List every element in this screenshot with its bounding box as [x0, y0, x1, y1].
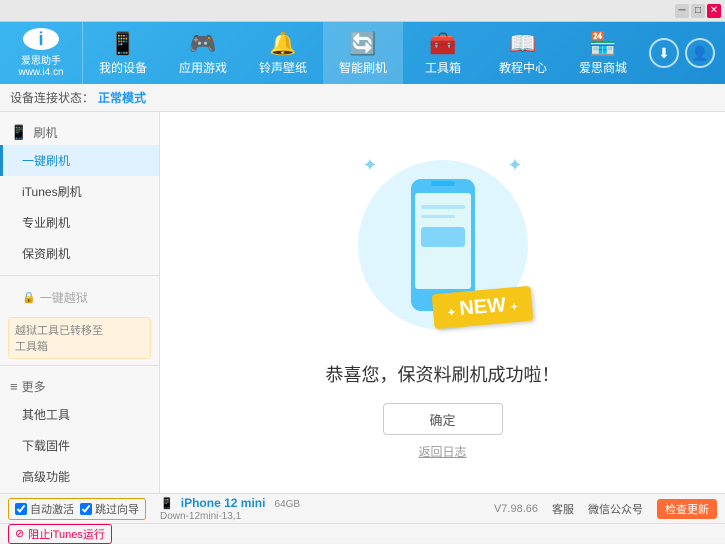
maximize-button[interactable]: □ [691, 4, 705, 18]
sidebar-item-pro-flash[interactable]: 专业刷机 [0, 207, 159, 238]
itunes-status[interactable]: ⊘ 阻止iTunes运行 [8, 524, 112, 544]
nav-item-tutorial[interactable]: 📖 教程中心 [483, 22, 563, 84]
tutorial-icon: 📖 [509, 31, 536, 57]
sidebar-section-more: ≡ 更多 [0, 372, 159, 399]
update-button[interactable]: 检查更新 [657, 499, 717, 519]
version-text: V7.98.66 [494, 503, 538, 515]
sidebar-item-other-tools[interactable]: 其他工具 [0, 399, 159, 430]
sidebar-divider-1 [0, 275, 159, 276]
sidebar-section-flash: 📱 刷机 [0, 118, 159, 145]
sparkle-top-left-icon: ✦ [363, 155, 378, 176]
flash-section-label: 刷机 [33, 124, 57, 141]
sidebar-disabled-jailbreak: 🔒 一键越狱 [0, 282, 159, 313]
content-area: ✦ ✦ NEW 恭喜您，保资料刷机成功啦！ 确定 返回日志 [160, 112, 725, 493]
nav-item-label: 教程中心 [499, 59, 547, 76]
return-link[interactable]: 返回日志 [418, 443, 466, 460]
bottom-bar: 自动激活 跳过向导 📱 iPhone 12 mini 64GB Down-12m… [0, 493, 725, 523]
status-bar: 设备连接状态： 正常模式 [0, 84, 725, 112]
smart-flash-icon: 🔄 [349, 31, 376, 57]
minimize-button[interactable]: ─ [675, 4, 689, 18]
sidebar-item-download-firmware[interactable]: 下载固件 [0, 430, 159, 461]
lock-icon: 🔒 [22, 291, 36, 304]
skip-wizard-label[interactable]: 跳过向导 [80, 501, 139, 517]
sparkle-top-right-icon: ✦ [507, 155, 522, 176]
top-nav: i 爱思助手 www.i4.cn 📱 我的设备 🎮 应用游戏 🔔 铃声壁纸 🔄 … [0, 22, 725, 84]
nav-item-label: 我的设备 [99, 59, 147, 76]
wechat-link[interactable]: 微信公众号 [588, 501, 643, 517]
nav-item-label: 应用游戏 [179, 59, 227, 76]
bottom-right: V7.98.66 客服 微信公众号 检查更新 [494, 499, 717, 519]
my-device-icon: 📱 [109, 31, 136, 57]
nav-items: 📱 我的设备 🎮 应用游戏 🔔 铃声壁纸 🔄 智能刷机 🧰 工具箱 📖 教程中心… [83, 22, 643, 84]
phone-wrapper: ✦ ✦ NEW [353, 145, 533, 345]
sidebar-divider-2 [0, 365, 159, 366]
apps-games-icon: 🎮 [189, 31, 216, 57]
nav-item-my-device[interactable]: 📱 我的设备 [83, 22, 163, 84]
user-button[interactable]: 👤 [685, 38, 715, 68]
istore-icon: 🏪 [589, 31, 616, 57]
flash-section-icon: 📱 [10, 124, 27, 141]
nav-item-ringtones[interactable]: 🔔 铃声壁纸 [243, 22, 323, 84]
success-text: 恭喜您，保资料刷机成功啦！ [326, 361, 560, 387]
new-badge: NEW [432, 286, 534, 330]
nav-right: ⬇ 👤 [643, 38, 725, 68]
customer-service-link[interactable]: 客服 [552, 501, 574, 517]
auto-connect-checkbox[interactable] [15, 503, 27, 515]
sidebar-item-save-flash[interactable]: 保资刷机 [0, 238, 159, 269]
auto-connect-label[interactable]: 自动激活 [15, 501, 74, 517]
sidebar-note-jailbreak: 越狱工具已转移至工具箱 [8, 317, 151, 359]
sidebar-item-one-click-flash[interactable]: 一键刷机 [0, 145, 159, 176]
logo-icon: i [23, 28, 59, 50]
logo-name: 爱思助手 [21, 52, 61, 67]
nav-item-label: 智能刷机 [339, 59, 387, 76]
sidebar: 📱 刷机 一键刷机 iTunes刷机 专业刷机 保资刷机 🔒 一键越狱 越狱工具… [0, 112, 160, 493]
more-section-icon: ≡ [10, 379, 18, 394]
title-bar: ─ □ ✕ [0, 0, 725, 22]
sidebar-item-itunes-flash[interactable]: iTunes刷机 [0, 176, 159, 207]
toolbox-icon: 🧰 [429, 31, 456, 57]
close-button[interactable]: ✕ [707, 4, 721, 18]
phone-icon: 📱 [160, 498, 174, 510]
logo-area[interactable]: i 爱思助手 www.i4.cn [0, 22, 83, 84]
download-button[interactable]: ⬇ [649, 38, 679, 68]
nav-item-toolbox[interactable]: 🧰 工具箱 [403, 22, 483, 84]
itunes-bar: ⊘ 阻止iTunes运行 [0, 523, 725, 543]
itunes-label: 阻止iTunes运行 [28, 526, 105, 542]
nav-item-istore[interactable]: 🏪 爱思商城 [563, 22, 643, 84]
device-storage: 64GB [275, 499, 301, 510]
nav-item-label: 工具箱 [425, 59, 461, 76]
logo-url: www.i4.cn [18, 67, 63, 78]
success-illustration: ✦ ✦ NEW [353, 145, 533, 345]
main-area: 📱 刷机 一键刷机 iTunes刷机 专业刷机 保资刷机 🔒 一键越狱 越狱工具… [0, 112, 725, 493]
sidebar-item-advanced[interactable]: 高级功能 [0, 461, 159, 492]
skip-wizard-checkbox[interactable] [80, 503, 92, 515]
nav-item-label: 爱思商城 [579, 59, 627, 76]
device-firmware: Down-12mini-13,1 [160, 511, 241, 522]
nav-item-smart-flash[interactable]: 🔄 智能刷机 [323, 22, 403, 84]
nav-item-label: 铃声壁纸 [259, 59, 307, 76]
device-info: 📱 iPhone 12 mini 64GB Down-12mini-13,1 [154, 496, 494, 522]
nav-item-apps-games[interactable]: 🎮 应用游戏 [163, 22, 243, 84]
status-label: 设备连接状态： [10, 89, 94, 106]
bottom-left: 自动激活 跳过向导 📱 iPhone 12 mini 64GB Down-12m… [8, 496, 494, 522]
confirm-button[interactable]: 确定 [383, 403, 503, 435]
ringtones-icon: 🔔 [269, 31, 296, 57]
itunes-icon: ⊘ [15, 527, 24, 540]
status-value: 正常模式 [98, 89, 146, 106]
device-name: iPhone 12 mini [181, 496, 266, 510]
